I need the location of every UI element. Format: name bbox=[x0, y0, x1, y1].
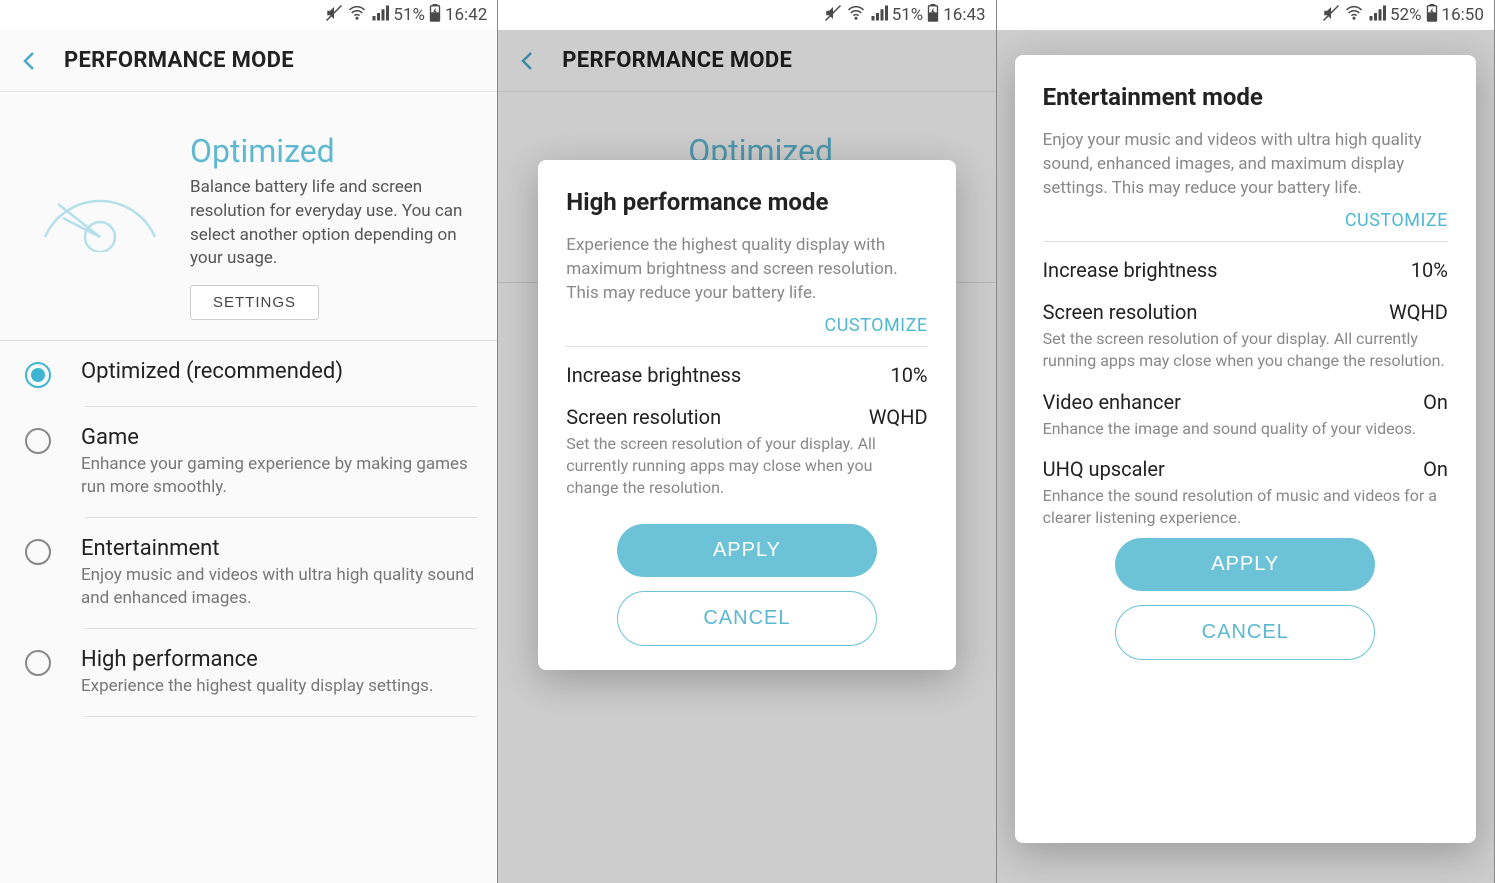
signal-icon bbox=[1368, 4, 1386, 27]
apply-button[interactable]: APPLY bbox=[617, 524, 877, 577]
option-optimized[interactable]: Optimized (recommended) bbox=[0, 341, 497, 406]
option-game[interactable]: Game Enhance your gaming experience by m… bbox=[0, 407, 497, 517]
battery-icon bbox=[1426, 4, 1438, 27]
setting-value: On bbox=[1423, 457, 1448, 481]
setting-uhq-upscaler[interactable]: UHQ upscaler On Enhance the sound resolu… bbox=[1043, 457, 1448, 528]
setting-sub: Enhance the sound resolution of music an… bbox=[1043, 485, 1448, 528]
dialog-title: High performance mode bbox=[566, 188, 927, 216]
setting-value: 10% bbox=[1411, 258, 1448, 282]
entertainment-dialog: Entertainment mode Enjoy your music and … bbox=[1015, 55, 1476, 843]
clock: 16:42 bbox=[445, 5, 487, 25]
gauge-icon bbox=[20, 132, 180, 262]
mute-icon bbox=[1322, 4, 1340, 27]
summary-description: Balance battery life and screen resoluti… bbox=[190, 176, 477, 271]
mode-options-list: Optimized (recommended) Game Enhance you… bbox=[0, 341, 497, 717]
cancel-button[interactable]: CANCEL bbox=[617, 591, 877, 646]
dialog-description: Experience the highest quality display w… bbox=[566, 234, 927, 305]
setting-brightness[interactable]: Increase brightness 10% bbox=[566, 363, 927, 387]
screen-high-performance-dialog: 51% 16:43 PERFORMANCE MODE Optimized Hig… bbox=[498, 0, 996, 883]
status-bar: 51% 16:43 bbox=[498, 0, 995, 30]
setting-value: 10% bbox=[890, 363, 927, 387]
battery-percent: 51% bbox=[393, 5, 425, 25]
summary-mode-name: Optimized bbox=[190, 132, 477, 170]
dialog-title: Entertainment mode bbox=[1043, 83, 1448, 111]
battery-percent: 52% bbox=[1390, 5, 1422, 25]
back-icon[interactable] bbox=[18, 49, 42, 73]
app-header: PERFORMANCE MODE bbox=[0, 30, 497, 92]
setting-label: Increase brightness bbox=[1043, 258, 1218, 282]
radio-icon[interactable] bbox=[25, 539, 51, 565]
settings-button[interactable]: SETTINGS bbox=[190, 285, 319, 320]
dialog-description: Enjoy your music and videos with ultra h… bbox=[1043, 129, 1448, 200]
setting-label: Screen resolution bbox=[1043, 300, 1198, 324]
radio-icon[interactable] bbox=[25, 362, 51, 388]
option-desc: Enjoy music and videos with ultra high q… bbox=[81, 564, 477, 610]
wifi-icon bbox=[846, 4, 866, 27]
setting-sub: Set the screen resolution of your displa… bbox=[1043, 328, 1448, 371]
setting-label: Screen resolution bbox=[566, 405, 721, 429]
option-entertainment[interactable]: Entertainment Enjoy music and videos wit… bbox=[0, 518, 497, 628]
setting-label: Video enhancer bbox=[1043, 390, 1181, 414]
battery-icon bbox=[927, 4, 939, 27]
radio-icon[interactable] bbox=[25, 650, 51, 676]
battery-percent: 51% bbox=[892, 5, 924, 25]
battery-icon bbox=[429, 4, 441, 27]
radio-icon[interactable] bbox=[25, 428, 51, 454]
option-title: Optimized (recommended) bbox=[81, 359, 477, 384]
setting-label: Increase brightness bbox=[566, 363, 741, 387]
status-bar: 52% 16:50 bbox=[997, 0, 1494, 30]
setting-value: WQHD bbox=[1389, 300, 1448, 324]
mode-summary: Optimized Balance battery life and scree… bbox=[0, 92, 497, 341]
screen-entertainment-dialog: 52% 16:50 Entertainment mode Enjoy your … bbox=[997, 0, 1495, 883]
option-high-performance[interactable]: High performance Experience the highest … bbox=[0, 629, 497, 716]
status-bar: 51% 16:42 bbox=[0, 0, 497, 30]
clock: 16:50 bbox=[1442, 5, 1484, 25]
setting-sub: Enhance the image and sound quality of y… bbox=[1043, 418, 1448, 440]
mute-icon bbox=[325, 4, 343, 27]
customize-link[interactable]: CUSTOMIZE bbox=[825, 315, 928, 336]
setting-resolution[interactable]: Screen resolution WQHD Set the screen re… bbox=[566, 405, 927, 498]
option-desc: Enhance your gaming experience by making… bbox=[81, 453, 477, 499]
wifi-icon bbox=[347, 4, 367, 27]
apply-button[interactable]: APPLY bbox=[1115, 538, 1375, 591]
option-title: Game bbox=[81, 425, 477, 450]
clock: 16:43 bbox=[943, 5, 985, 25]
option-title: Entertainment bbox=[81, 536, 477, 561]
high-performance-dialog: High performance mode Experience the hig… bbox=[538, 160, 955, 670]
page-title: PERFORMANCE MODE bbox=[64, 48, 294, 73]
setting-value: On bbox=[1423, 390, 1448, 414]
wifi-icon bbox=[1344, 4, 1364, 27]
signal-icon bbox=[371, 4, 389, 27]
signal-icon bbox=[870, 4, 888, 27]
screen-performance-list: 51% 16:42 PERFORMANCE MODE Optimized Bal… bbox=[0, 0, 498, 883]
option-desc: Experience the highest quality display s… bbox=[81, 675, 477, 698]
setting-sub: Set the screen resolution of your displa… bbox=[566, 433, 927, 498]
setting-value: WQHD bbox=[869, 405, 928, 429]
setting-brightness[interactable]: Increase brightness 10% bbox=[1043, 258, 1448, 282]
option-title: High performance bbox=[81, 647, 477, 672]
setting-video-enhancer[interactable]: Video enhancer On Enhance the image and … bbox=[1043, 390, 1448, 440]
cancel-button[interactable]: CANCEL bbox=[1115, 605, 1375, 660]
customize-link[interactable]: CUSTOMIZE bbox=[1345, 210, 1448, 231]
setting-label: UHQ upscaler bbox=[1043, 457, 1165, 481]
mute-icon bbox=[824, 4, 842, 27]
setting-resolution[interactable]: Screen resolution WQHD Set the screen re… bbox=[1043, 300, 1448, 371]
